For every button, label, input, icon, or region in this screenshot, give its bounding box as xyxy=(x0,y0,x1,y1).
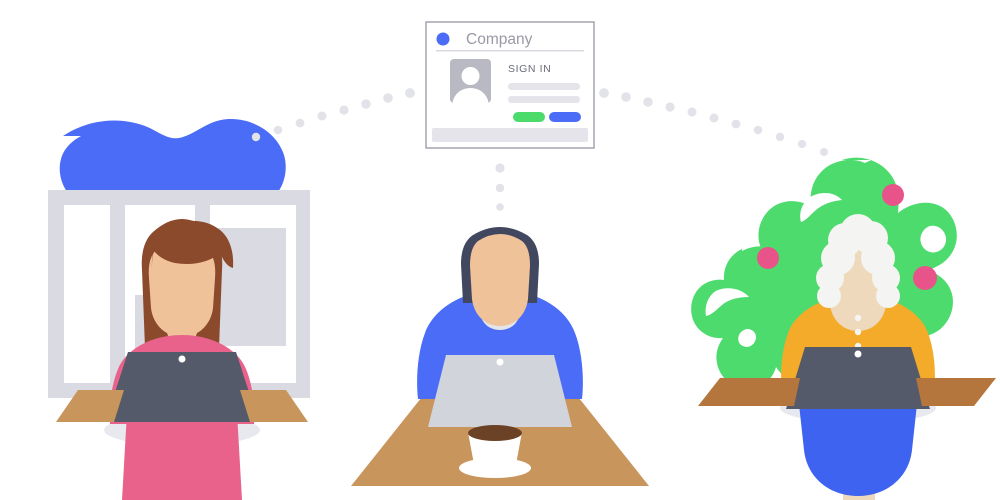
company-login-card[interactable]: Company SIGN IN xyxy=(425,21,595,149)
laptop-center[interactable] xyxy=(428,355,572,427)
connector-right xyxy=(599,88,828,156)
man-face xyxy=(470,234,530,326)
password-field[interactable] xyxy=(508,96,580,103)
bush-flower xyxy=(882,184,904,206)
user-avatar-icon xyxy=(450,59,491,103)
card-footer-bar xyxy=(432,128,588,142)
header-divider xyxy=(436,50,584,52)
scene-left xyxy=(48,119,310,500)
register-button[interactable] xyxy=(513,112,545,122)
brand-label: Company xyxy=(466,31,533,48)
sign-in-heading: SIGN IN xyxy=(508,63,551,75)
circle-logo-icon xyxy=(436,32,450,46)
bush-flower xyxy=(913,266,937,290)
scene-right xyxy=(691,157,996,500)
username-field[interactable] xyxy=(508,83,580,90)
laptop-right-front xyxy=(794,378,922,406)
connector-left xyxy=(251,88,415,142)
scene-center xyxy=(351,227,649,486)
bush-flower xyxy=(757,247,779,269)
laptop-left-front xyxy=(114,390,250,422)
connector-center xyxy=(495,163,505,211)
sign-in-button[interactable] xyxy=(549,112,581,122)
illustration-canvas: Company SIGN IN xyxy=(0,0,1000,500)
elderly-skirt xyxy=(798,395,918,496)
